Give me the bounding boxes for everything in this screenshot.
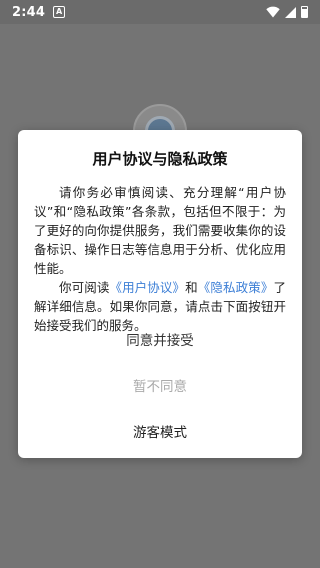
dialog-body: 请你务必审慎阅读、充分理解“用户协议”和“隐私政策”各条款，包括但不限于：为了更…: [34, 183, 286, 335]
p2-and: 和: [185, 280, 198, 295]
privacy-dialog: 用户协议与隐私政策 请你务必审慎阅读、充分理解“用户协议”和“隐私政策”各条款，…: [18, 130, 302, 458]
wifi-icon: [266, 6, 280, 18]
battery-icon: [301, 6, 308, 18]
status-time: 2:44: [12, 4, 46, 20]
p2-prefix: 你可阅读: [59, 280, 110, 295]
dialog-title: 用户协议与隐私政策: [92, 150, 228, 168]
agree-button[interactable]: 同意并接受: [18, 318, 302, 364]
dialog-actions: 同意并接受 暂不同意 游客模式: [18, 318, 302, 456]
notification-a-icon: A: [53, 6, 66, 18]
guest-mode-button[interactable]: 游客模式: [18, 410, 302, 456]
status-bar: 2:44 A: [0, 0, 320, 24]
status-icons: [266, 6, 308, 18]
user-agreement-link[interactable]: 《用户协议》: [109, 280, 185, 295]
dialog-paragraph-1: 请你务必审慎阅读、充分理解“用户协议”和“隐私政策”各条款，包括但不限于：为了更…: [34, 185, 286, 276]
disagree-button[interactable]: 暂不同意: [18, 364, 302, 410]
signal-icon: [285, 6, 296, 18]
privacy-policy-link[interactable]: 《隐私政策》: [198, 280, 274, 295]
